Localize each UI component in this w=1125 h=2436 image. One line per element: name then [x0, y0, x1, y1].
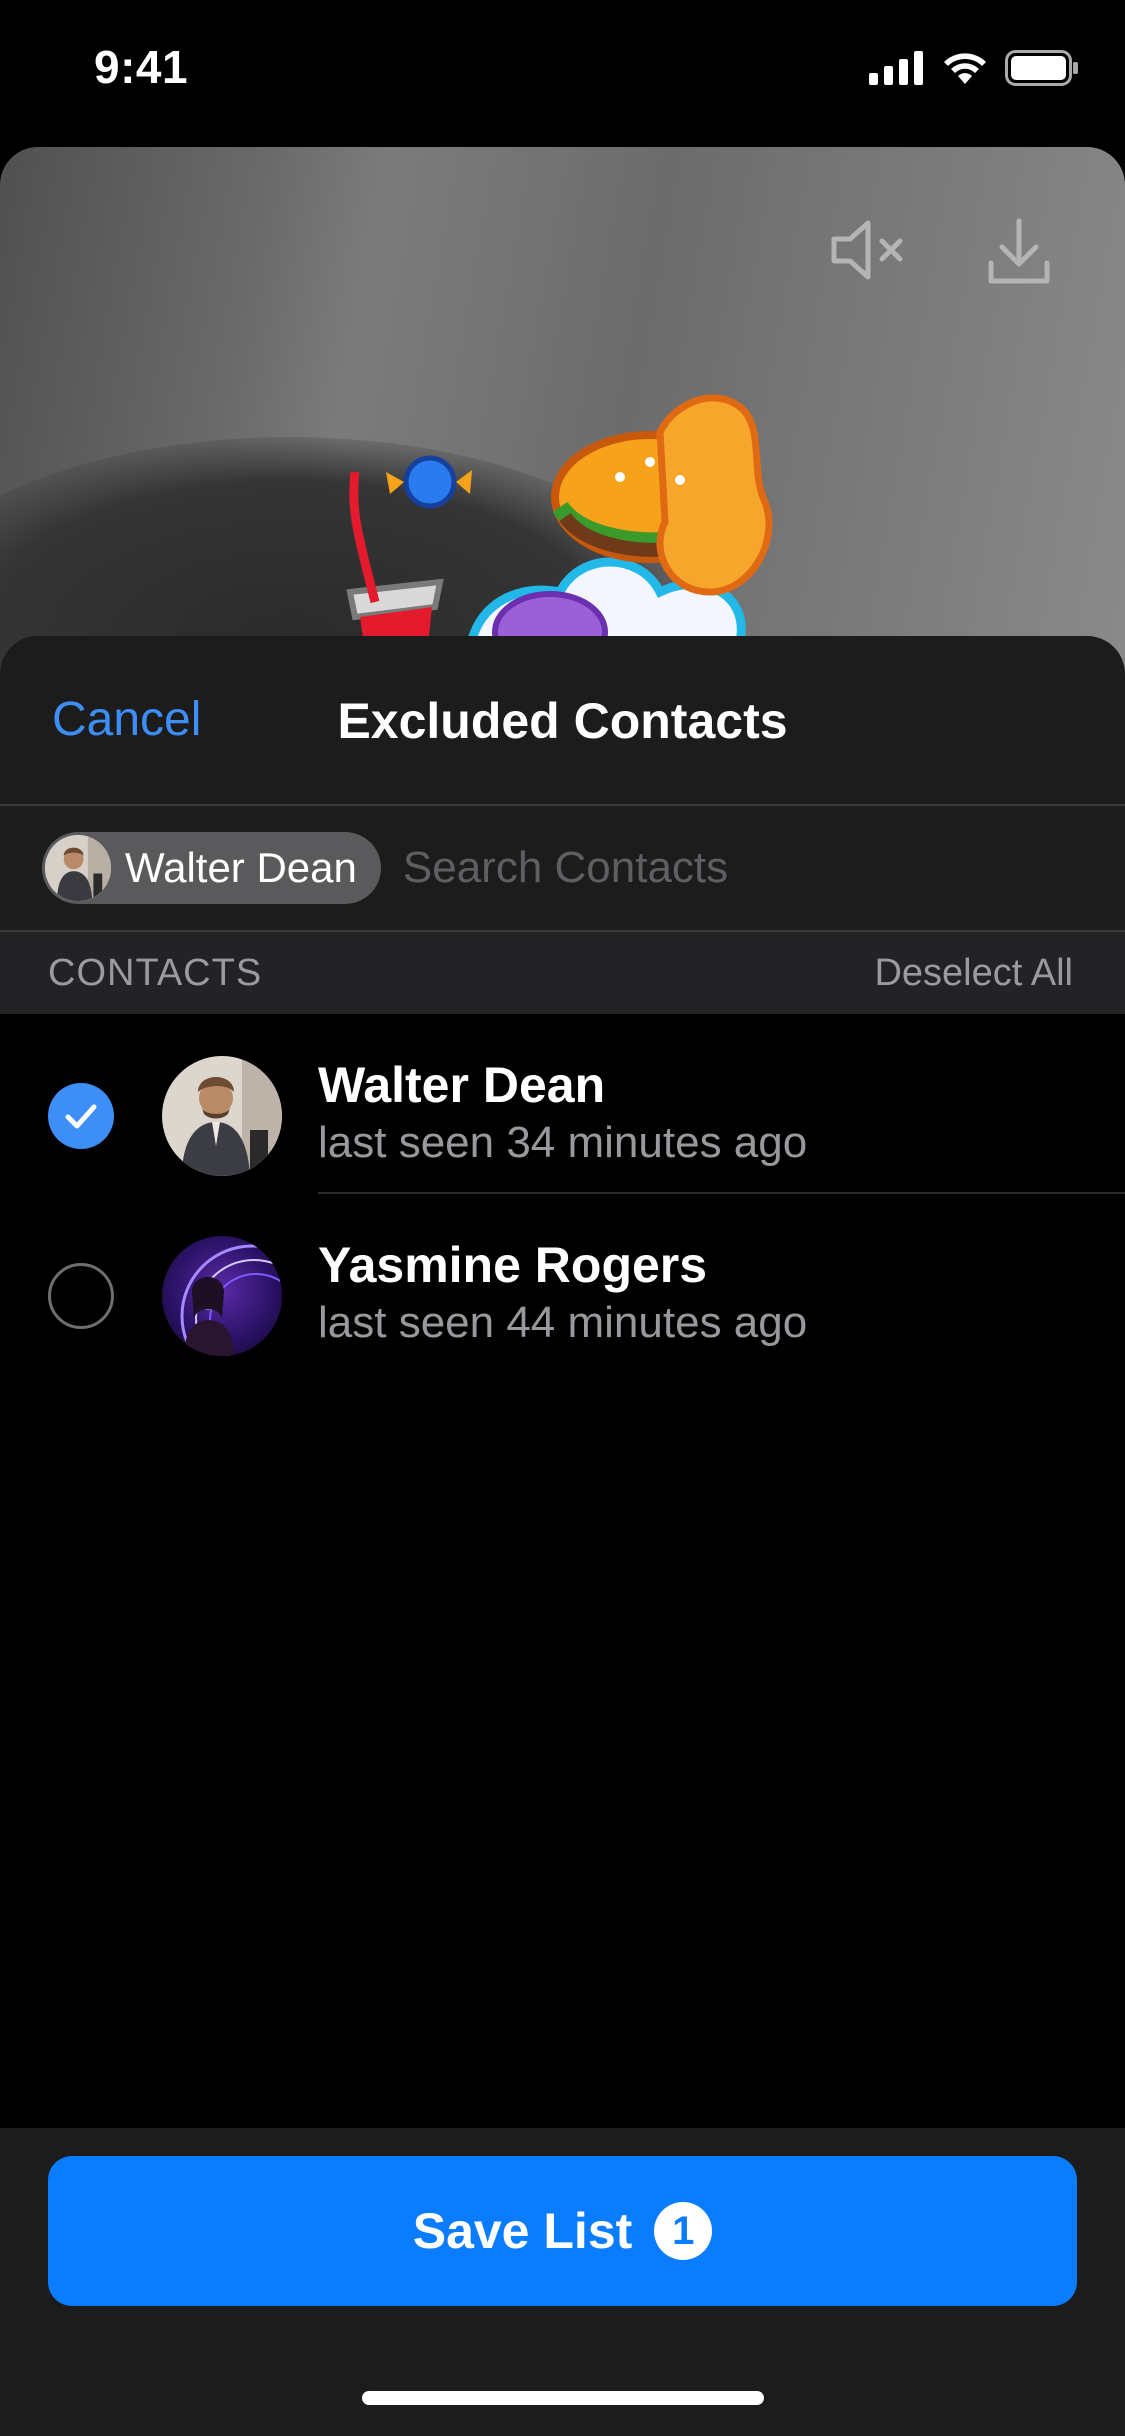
save-list-label: Save List [412, 2203, 633, 2259]
screen: 9:41 Cancel Excluded Contacts Walter Dea… [0, 0, 1125, 2436]
home-indicator[interactable] [362, 2391, 764, 2405]
status-bar: 9:41 [0, 0, 1125, 140]
selected-count-badge: 1 [654, 2202, 713, 2260]
wifi-icon [944, 53, 986, 84]
save-list-button[interactable]: Save List 1 [48, 2156, 1077, 2306]
story-preview [0, 147, 1125, 707]
battery-icon [1005, 50, 1078, 86]
contact-status: last seen 44 minutes ago [318, 1298, 808, 1347]
list-item[interactable]: Yasmine Rogers last seen 44 minutes ago [0, 1194, 1125, 1374]
section-label: CONTACTS [48, 951, 263, 994]
contacts-section-header: CONTACTS Deselect All [0, 932, 1125, 1014]
search-input[interactable] [402, 832, 1125, 904]
checkmark-icon [65, 1104, 97, 1129]
mute-icon[interactable] [828, 217, 908, 283]
selected-contact-chip[interactable]: Walter Dean [42, 832, 381, 904]
contact-name: Walter Dean [318, 1057, 606, 1113]
chip-label: Walter Dean [125, 844, 357, 891]
list-item[interactable]: Walter Dean last seen 34 minutes ago [0, 1014, 1125, 1194]
contact-list: Walter Dean last seen 34 minutes ago Yas… [0, 1014, 1125, 2134]
cellular-signal-icon [869, 51, 923, 85]
download-icon[interactable] [986, 217, 1052, 287]
unselected-checkbox[interactable] [48, 1263, 114, 1329]
sheet-header: Cancel Excluded Contacts [0, 636, 1125, 804]
selected-checkbox[interactable] [48, 1083, 114, 1149]
footer: Save List 1 [0, 2128, 1125, 2436]
avatar [162, 1056, 282, 1176]
deselect-all-button[interactable]: Deselect All [874, 952, 1073, 995]
status-time: 9:41 [94, 41, 189, 93]
sheet-title: Excluded Contacts [337, 693, 788, 749]
status-icons [869, 50, 1079, 86]
contact-name: Yasmine Rogers [318, 1237, 708, 1293]
contact-status: last seen 34 minutes ago [318, 1118, 808, 1167]
avatar [162, 1236, 282, 1356]
search-row: Walter Dean [0, 806, 1125, 930]
avatar [45, 835, 111, 901]
